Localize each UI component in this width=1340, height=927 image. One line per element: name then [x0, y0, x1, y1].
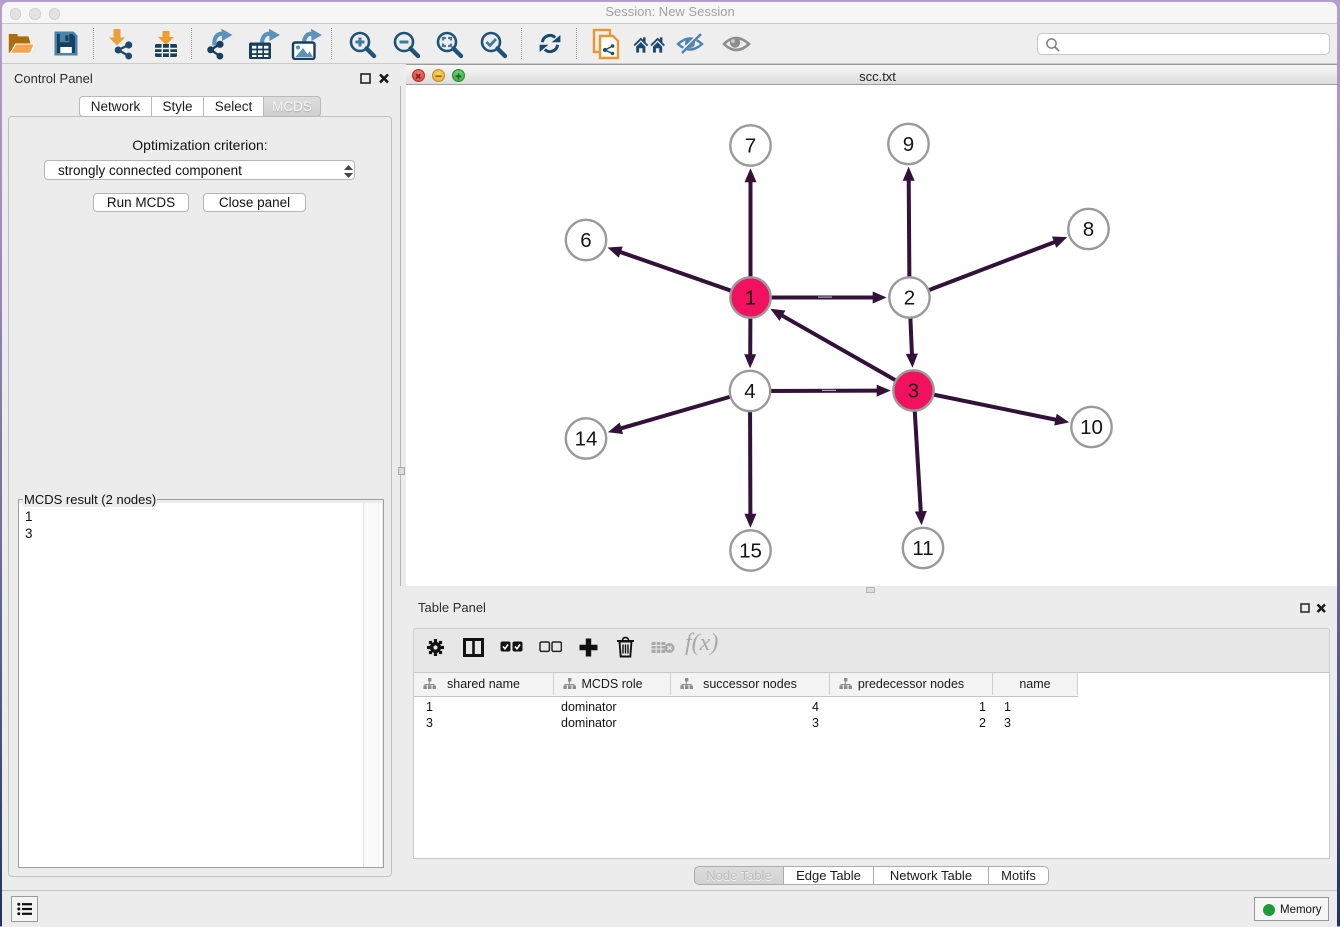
svg-text:3: 3	[908, 380, 919, 403]
svg-text:2: 2	[904, 287, 915, 310]
svg-text:15: 15	[739, 540, 762, 563]
svg-text:11: 11	[912, 537, 933, 560]
svg-text:8: 8	[1083, 218, 1094, 241]
svg-text:4: 4	[744, 380, 755, 403]
svg-text:6: 6	[580, 229, 591, 252]
svg-text:1: 1	[745, 287, 756, 310]
svg-text:14: 14	[575, 428, 598, 451]
svg-text:9: 9	[903, 133, 914, 156]
svg-text:10: 10	[1080, 416, 1103, 439]
svg-text:7: 7	[745, 135, 756, 158]
